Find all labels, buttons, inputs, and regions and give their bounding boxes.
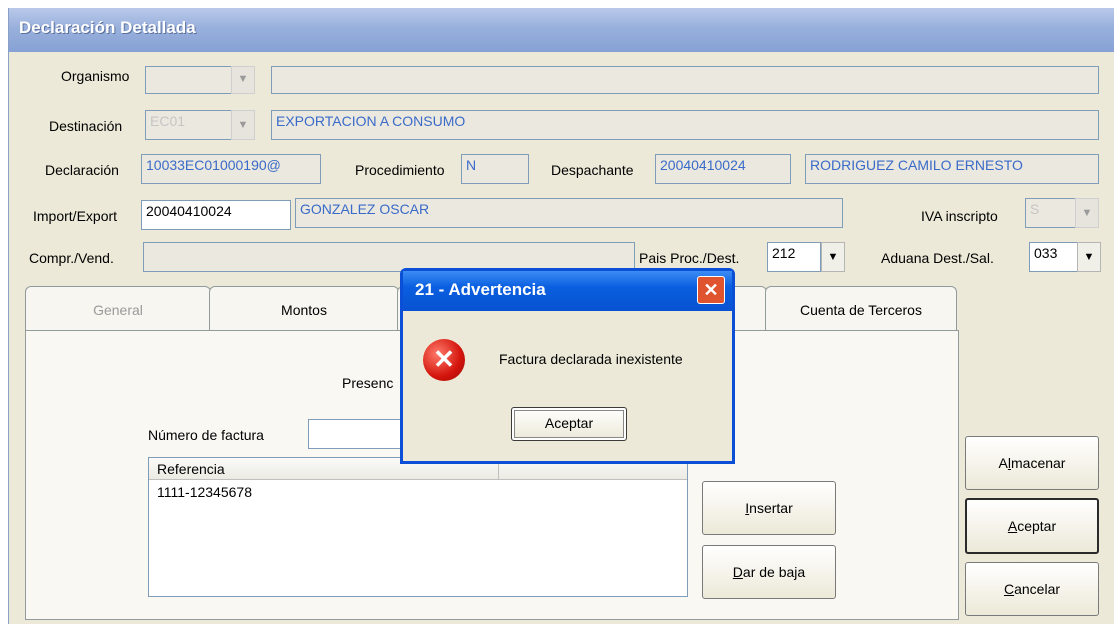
almacenar-label-prefix: A — [998, 455, 1008, 471]
table-row[interactable]: 1111-12345678 — [157, 484, 252, 500]
cancelar-mnemonic: C — [1003, 581, 1015, 597]
destinacion-label: Destinación — [49, 118, 123, 134]
procedimiento-field: N — [461, 154, 529, 184]
dar-de-baja-label-rest: ar de baja — [742, 564, 806, 580]
procedimiento-label: Procedimiento — [355, 162, 445, 178]
destinacion-description-field: EXPORTACION A CONSUMO — [271, 110, 1099, 140]
aduana-label: Aduana Dest./Sal. — [881, 250, 994, 266]
iva-inscripto-dropdown-button[interactable]: ▼ — [1075, 198, 1099, 228]
aceptar-label-rest: ceptar — [1017, 518, 1057, 534]
despachante-label: Despachante — [551, 162, 634, 178]
dar-de-baja-mnemonic: D — [732, 564, 743, 580]
insertar-button[interactable]: Insertar — [702, 481, 836, 535]
iva-inscripto-field[interactable]: S — [1025, 198, 1077, 228]
organismo-code-field[interactable] — [145, 66, 233, 94]
compr-vend-label: Compr./Vend. — [29, 250, 114, 266]
presencia-label: Presenc — [342, 375, 394, 391]
aduana-select[interactable]: 033 — [1029, 242, 1079, 272]
import-export-code-input[interactable]: 20040410024 — [141, 200, 291, 230]
almacenar-button[interactable]: Almacenar — [965, 436, 1099, 490]
numero-factura-input[interactable] — [308, 419, 408, 449]
despachante-name-field: RODRIGUEZ CAMILO ERNESTO — [805, 154, 1099, 184]
destinacion-code-field[interactable]: EC01 — [145, 110, 233, 140]
error-icon: ✕ — [423, 339, 465, 381]
close-icon[interactable]: ✕ — [697, 276, 725, 304]
tab-general[interactable]: General — [25, 286, 211, 332]
despachante-code-field: 20040410024 — [655, 154, 791, 184]
pais-select[interactable]: 212 — [767, 242, 821, 272]
iva-inscripto-label: IVA inscripto — [921, 208, 998, 224]
pais-label: Pais Proc./Dest. — [639, 250, 740, 266]
aceptar-button[interactable]: Aceptar — [965, 498, 1099, 554]
insertar-label-rest: nsertar — [749, 500, 793, 516]
declaracion-field: 10033EC01000190@ — [141, 154, 321, 184]
dialog-message: Factura declarada inexistente — [499, 351, 683, 367]
tab-montos[interactable]: Montos — [209, 286, 399, 332]
organismo-dropdown-button[interactable]: ▼ — [231, 66, 255, 94]
numero-factura-label: Número de factura — [148, 427, 264, 443]
dialog-ok-button[interactable]: Aceptar — [511, 407, 627, 441]
advertencia-dialog: 21 - Advertencia ✕ ✕ Factura declarada i… — [400, 268, 735, 464]
pais-dropdown-button[interactable]: ▼ — [821, 242, 845, 272]
cancelar-button[interactable]: Cancelar — [965, 562, 1099, 616]
aceptar-mnemonic: A — [1007, 518, 1018, 534]
organismo-label: Organismo — [61, 68, 130, 84]
destinacion-dropdown-button[interactable]: ▼ — [231, 110, 255, 140]
cancelar-label-rest: ancelar — [1014, 581, 1061, 597]
referencia-table[interactable]: Referencia 1111-12345678 — [148, 457, 688, 597]
window-titlebar: Declaración Detallada — [9, 8, 1114, 52]
import-export-label: Import/Export — [33, 208, 118, 224]
dialog-titlebar: 21 - Advertencia ✕ — [403, 271, 732, 311]
dar-de-baja-button[interactable]: Dar de baja — [702, 545, 836, 599]
declaracion-label: Declaración — [45, 162, 119, 178]
organismo-description-field — [271, 66, 1099, 94]
window-title: Declaración Detallada — [19, 18, 196, 37]
almacenar-label-rest: macenar — [1011, 455, 1066, 471]
dialog-title: 21 - Advertencia — [415, 280, 546, 299]
import-export-name-field: GONZALEZ OSCAR — [295, 198, 843, 228]
tab-cuenta-terceros[interactable]: Cuenta de Terceros — [765, 286, 957, 332]
aduana-dropdown-button[interactable]: ▼ — [1077, 242, 1101, 272]
